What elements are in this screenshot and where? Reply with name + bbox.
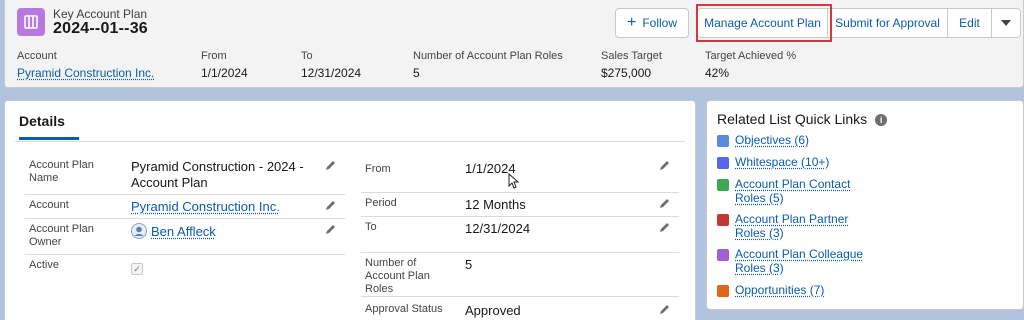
pencil-icon[interactable]: [325, 223, 337, 235]
pencil-icon[interactable]: [659, 303, 671, 315]
partner-roles-icon: [717, 214, 729, 226]
field-label: Approval Status: [365, 303, 443, 315]
field-row-from: From 1/1/2024: [361, 155, 679, 193]
related-link-contact-roles[interactable]: Account Plan Contact Roles (5): [717, 177, 867, 207]
field-value: Approved: [465, 303, 521, 318]
highlight-value: 1/1/2024: [201, 66, 248, 80]
field-label: Number of Account Plan Roles: [365, 257, 430, 295]
plus-icon: +: [626, 14, 637, 31]
highlight-value: 5: [413, 66, 420, 80]
pencil-icon[interactable]: [659, 197, 671, 209]
highlight-value: $275,000: [601, 66, 652, 80]
field-label: From: [365, 163, 391, 175]
details-card: Details Account Plan Name Pyramid Constr…: [4, 100, 696, 320]
contact-roles-icon: [717, 179, 729, 191]
highlight-account: Account Pyramid Construction Inc.: [17, 50, 154, 80]
owner-link[interactable]: Ben Affleck: [151, 224, 216, 239]
field-row-owner: Account Plan Owner Ben Affleck: [25, 219, 345, 255]
field-label: Account: [29, 199, 69, 211]
owner-value: Ben Affleck: [131, 223, 216, 240]
related-link-label[interactable]: Account Plan Contact Roles (5): [735, 177, 865, 205]
field-row-approval-status: Approval Status Approved: [361, 299, 679, 320]
objectives-icon: [717, 135, 729, 147]
tab-divider: [15, 141, 685, 142]
colleague-roles-icon: [717, 249, 729, 261]
field-value: 5: [465, 257, 473, 272]
opportunities-icon: [717, 285, 729, 297]
whitespace-icon: [717, 157, 729, 169]
related-list-quick-links-card: Related List Quick Links i Objectives (6)…: [706, 100, 1024, 310]
related-link-whitespace[interactable]: Whitespace (10+): [717, 155, 867, 171]
highlight-label: Sales Target: [601, 50, 662, 62]
pencil-icon[interactable]: [325, 199, 337, 211]
edit-button[interactable]: Edit: [947, 8, 991, 38]
field-row-to: To 12/31/2024: [361, 217, 679, 253]
field-row-roles: Number of Account Plan Roles 5: [361, 253, 679, 297]
record-name: 2024--01--36: [53, 20, 148, 37]
highlight-value: 42%: [705, 66, 730, 80]
pencil-icon[interactable]: [659, 221, 671, 233]
related-link-label[interactable]: Account Plan Colleague Roles (3): [735, 247, 865, 275]
account-link[interactable]: Pyramid Construction Inc.: [17, 66, 154, 80]
field-label: Period: [365, 197, 397, 209]
highlight-label: Account: [17, 50, 57, 62]
field-row-account: Account Pyramid Construction Inc.: [25, 195, 345, 219]
field-value: 12/31/2024: [465, 221, 531, 236]
object-label: Key Account Plan: [53, 7, 148, 21]
submit-for-approval-button[interactable]: Submit for Approval: [827, 8, 947, 38]
related-list-title: Related List Quick Links i: [717, 111, 888, 127]
related-link-colleague-roles[interactable]: Account Plan Colleague Roles (3): [717, 247, 867, 277]
pencil-icon[interactable]: [659, 159, 671, 171]
highlight-label: Number of Account Plan Roles: [413, 50, 563, 62]
related-link-objectives[interactable]: Objectives (6): [717, 133, 867, 149]
field-value: Pyramid Construction - 2024 - Account Pl…: [131, 159, 304, 190]
highlights-panel: Account Pyramid Construction Inc. From 1…: [5, 50, 1023, 84]
related-list-title-text: Related List Quick Links: [717, 111, 868, 127]
user-avatar-icon: [131, 223, 147, 239]
field-row-account-plan-name: Account Plan Name Pyramid Construction -…: [25, 155, 345, 195]
account-link[interactable]: Pyramid Construction Inc.: [131, 199, 280, 215]
highlight-label: Target Achieved %: [705, 50, 797, 62]
field-label: To: [365, 221, 377, 233]
field-row-active: Active ✓: [25, 255, 345, 285]
record-header: Key Account Plan 2024--01--36 + Follow M…: [4, 0, 1024, 88]
field-label: Active: [29, 259, 59, 271]
field-row-period: Period 12 Months: [361, 193, 679, 217]
manage-account-plan-button[interactable]: Manage Account Plan: [697, 8, 827, 38]
follow-button[interactable]: + Follow: [615, 8, 689, 38]
highlight-target-achieved: Target Achieved % 42%: [705, 50, 796, 80]
highlight-value: 12/31/2024: [301, 66, 362, 80]
action-bar: + Follow Manage Account Plan Submit for …: [615, 8, 1021, 38]
account-plan-icon: [17, 8, 45, 36]
action-button-group: Manage Account Plan Submit for Approval …: [697, 8, 1021, 38]
field-label: Account Plan Owner: [29, 223, 94, 248]
pencil-icon[interactable]: [325, 159, 337, 171]
related-link-label[interactable]: Account Plan Partner Roles (3): [735, 212, 865, 240]
info-icon[interactable]: i: [875, 114, 888, 126]
related-link-partner-roles[interactable]: Account Plan Partner Roles (3): [717, 212, 867, 242]
record-title-bar: Key Account Plan 2024--01--36 + Follow M…: [5, 0, 1023, 44]
field-label: Account Plan Name: [29, 159, 94, 184]
highlight-sales-target: Sales Target $275,000: [601, 50, 662, 80]
highlight-label: From: [201, 50, 227, 62]
tab-details[interactable]: Details: [19, 113, 79, 140]
highlight-from: From 1/1/2024: [201, 50, 248, 80]
mouse-cursor-icon: [508, 173, 520, 189]
active-checkbox: ✓: [131, 263, 143, 275]
more-actions-button[interactable]: [991, 8, 1021, 38]
highlight-label: To: [301, 50, 313, 62]
field-value: 12 Months: [465, 197, 526, 212]
related-link-label[interactable]: Objectives (6): [735, 133, 865, 147]
follow-label: Follow: [642, 16, 678, 30]
highlight-to: To 12/31/2024: [301, 50, 361, 80]
chevron-down-icon: [1001, 20, 1011, 26]
related-link-label[interactable]: Whitespace (10+): [735, 155, 865, 169]
related-link-label[interactable]: Opportunities (7): [735, 283, 865, 297]
related-link-opportunities[interactable]: Opportunities (7): [717, 283, 867, 299]
highlight-roles: Number of Account Plan Roles 5: [413, 50, 563, 80]
